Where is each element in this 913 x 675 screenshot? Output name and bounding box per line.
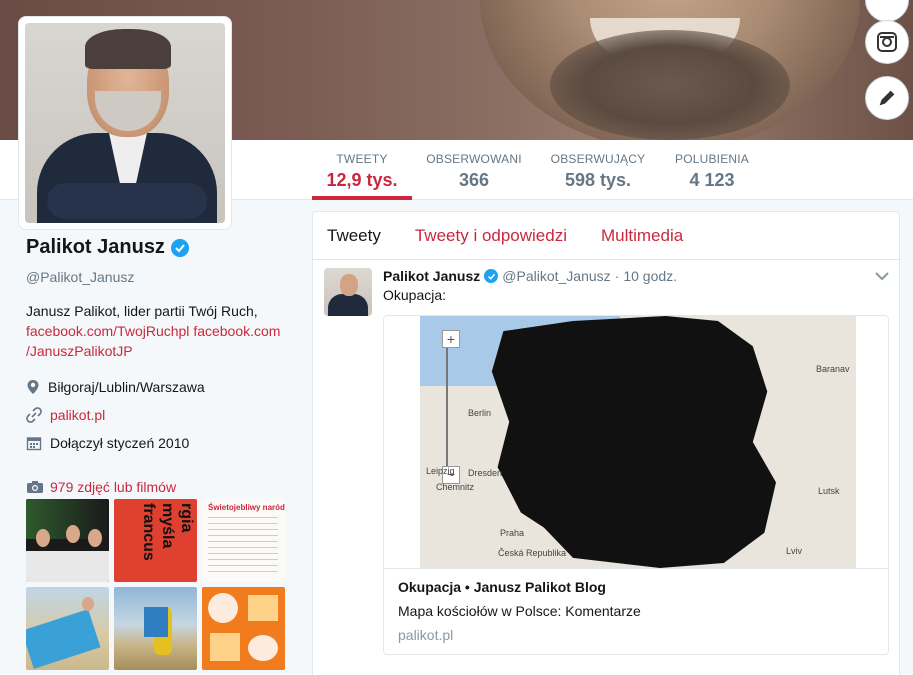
tweet-header: Palikot Janusz @Palikot_Janusz · 10 godz… xyxy=(383,268,677,284)
tweet-avatar[interactable] xyxy=(324,268,372,316)
tab-tweets-replies[interactable]: Tweety i odpowiedzi xyxy=(415,226,567,246)
photo-thumb[interactable] xyxy=(26,587,109,670)
location-text: Biłgoraj/Lublin/Warszawa xyxy=(48,379,205,395)
card-body: Okupacja • Janusz Palikot Blog Mapa kośc… xyxy=(384,568,888,654)
map-label: Chemnitz xyxy=(436,482,475,492)
photo-icon xyxy=(27,481,43,493)
map-label: Lviv xyxy=(786,546,803,556)
stat-likes[interactable]: POLUBIENIA 4 123 xyxy=(672,140,752,200)
timeline-tabs: Tweety Tweety i odpowiedzi Multimedia xyxy=(313,212,899,260)
stat-following-value: 366 xyxy=(458,170,490,190)
thumb-lines xyxy=(208,517,278,577)
photo-grid: rgia myśla francus Świetojebliwy naród xyxy=(26,499,288,670)
photos-videos-label[interactable]: 979 zdjęć lub filmów xyxy=(50,479,176,495)
tab-tweets[interactable]: Tweety xyxy=(327,226,381,246)
stat-following-label: OBSERWOWANI xyxy=(426,152,522,166)
tweet-author-handle[interactable]: @Palikot_Janusz xyxy=(502,268,610,284)
timeline: Tweety Tweety i odpowiedzi Multimedia Pa… xyxy=(312,211,900,675)
chevron-down-icon[interactable] xyxy=(875,268,889,284)
avatar-hair xyxy=(85,29,171,69)
photos-videos-link[interactable]: 979 zdjęć lub filmów xyxy=(26,479,296,495)
stat-likes-label: POLUBIENIA xyxy=(674,152,750,166)
verified-icon xyxy=(484,269,499,283)
photo-thumb[interactable] xyxy=(202,587,285,670)
map-label: Dresden xyxy=(468,468,503,478)
photo-thumb[interactable]: rgia myśla francus xyxy=(114,499,197,582)
thumb-person xyxy=(88,529,102,547)
stat-tweets-label: TWEETY xyxy=(336,152,388,166)
thumb-flag xyxy=(144,607,168,637)
stat-followers-value: 598 tys. xyxy=(564,170,632,190)
profile-handle[interactable]: @Palikot_Janusz xyxy=(26,269,296,285)
thumb-text: Świetojebliwy naród xyxy=(208,503,285,512)
bio-text: Janusz Palikot, lider partii Twój Ruch, xyxy=(26,303,258,319)
tweet-author-name[interactable]: Palikot Janusz xyxy=(383,268,480,284)
verified-icon xyxy=(170,238,189,257)
map-label: Leipzig xyxy=(426,466,455,476)
tweet-timestamp[interactable]: 10 godz. xyxy=(623,268,677,284)
joined-text: Dołączył styczeń 2010 xyxy=(50,435,190,451)
location-icon xyxy=(27,380,39,394)
profile-meta: Biłgoraj/Lublin/Warszawa palikot.pl Dołą… xyxy=(26,373,296,457)
calendar-icon xyxy=(26,437,42,451)
thumb-table xyxy=(26,551,109,582)
stat-followers[interactable]: OBSERWUJĄCY 598 tys. xyxy=(548,140,648,200)
bio-link-palikot-a[interactable]: facebook.com xyxy=(193,323,280,339)
edit-icon xyxy=(879,90,895,106)
map-churches-overlay xyxy=(491,316,776,568)
tweet-separator: · xyxy=(614,268,620,284)
card-map-image: + − Berlin Leipzig Dresden Chemnitz Prah… xyxy=(420,316,856,568)
thumb-circle xyxy=(208,593,238,623)
stat-following[interactable]: OBSERWOWANI 366 xyxy=(424,140,524,200)
instagram-button[interactable] xyxy=(865,20,909,64)
profile-name[interactable]: Palikot Janusz xyxy=(26,236,165,259)
map-label: Lutsk xyxy=(818,486,840,496)
map-label: Baranav xyxy=(816,364,850,374)
profile-name-row: Palikot Janusz xyxy=(26,236,296,259)
photo-thumb[interactable]: Świetojebliwy naród xyxy=(202,499,285,582)
map-label: Berlin xyxy=(468,408,492,418)
card-title: Okupacja • Janusz Palikot Blog xyxy=(398,579,606,595)
thumb-text: rgia myśla francus xyxy=(140,503,195,561)
thumb-person xyxy=(36,529,50,547)
map-label: Praha xyxy=(500,528,525,538)
card-description: Mapa kościołów w Polsce: Komentarze xyxy=(398,603,641,619)
avatar-arms xyxy=(47,183,207,219)
stat-tweets[interactable]: TWEETY 12,9 tys. xyxy=(312,140,412,200)
joined-row: Dołączył styczeń 2010 xyxy=(26,429,296,457)
photo-thumb[interactable] xyxy=(26,499,109,582)
stat-likes-value: 4 123 xyxy=(689,170,735,190)
edit-button[interactable] xyxy=(865,76,909,120)
location-row: Biłgoraj/Lublin/Warszawa xyxy=(26,373,296,401)
avatar-photo xyxy=(25,23,225,223)
map-zoom-in: + xyxy=(442,330,460,348)
link-icon xyxy=(26,407,42,423)
thumb-box xyxy=(210,633,240,661)
thumb-person xyxy=(66,525,80,543)
tweet-text: Okupacja: xyxy=(383,287,447,303)
tweet-avatar-suit xyxy=(328,294,368,316)
bio-link-palikot-b[interactable]: /JanuszPalikotJP xyxy=(26,343,133,359)
profile-avatar[interactable] xyxy=(18,16,232,230)
thumb-blanket xyxy=(26,609,101,669)
banner-beard xyxy=(550,30,790,140)
website-link[interactable]: palikot.pl xyxy=(50,407,105,423)
tab-media[interactable]: Multimedia xyxy=(601,226,683,246)
stat-tweets-value: 12,9 tys. xyxy=(326,170,398,190)
website-row: palikot.pl xyxy=(26,401,296,429)
profile-bio: Janusz Palikot, lider partii Twój Ruch, … xyxy=(26,301,296,361)
thumb-person xyxy=(82,597,94,611)
thumb-circle xyxy=(248,635,278,661)
bio-link-twojruch[interactable]: facebook.com/TwojRuchpl xyxy=(26,323,189,339)
thumb-box xyxy=(248,595,278,621)
profile-card: Palikot Janusz @Palikot_Janusz Janusz Pa… xyxy=(26,236,296,495)
stat-followers-label: OBSERWUJĄCY xyxy=(550,152,646,166)
link-card[interactable]: + − Berlin Leipzig Dresden Chemnitz Prah… xyxy=(383,315,889,655)
camera-icon xyxy=(877,32,897,52)
photo-thumb[interactable] xyxy=(114,587,197,670)
map-zoom-bar xyxy=(446,334,456,484)
tweet-avatar-head xyxy=(340,274,358,296)
map-label: Česká Republika xyxy=(498,548,567,558)
card-domain: palikot.pl xyxy=(398,627,454,643)
